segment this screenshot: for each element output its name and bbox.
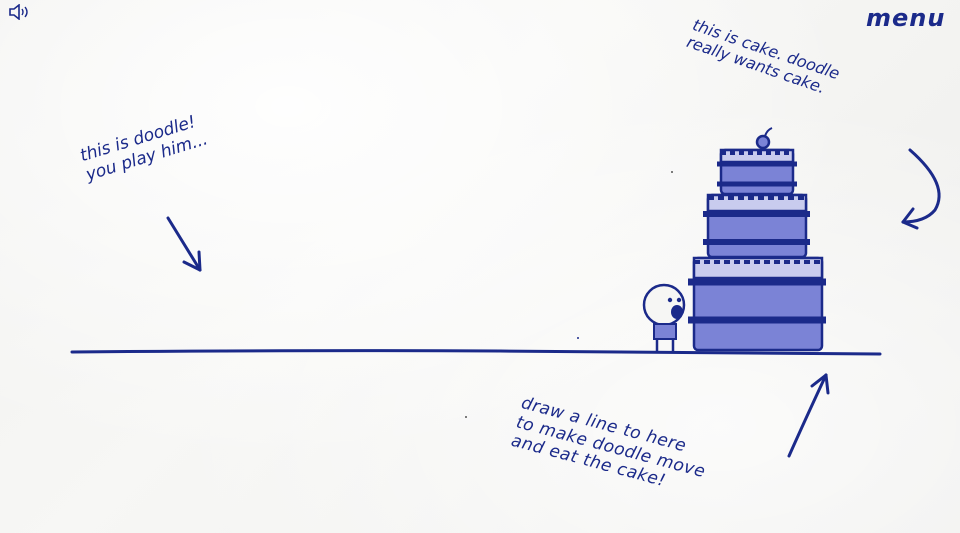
arrow-to-doodle (166, 216, 202, 272)
doodle-character (642, 283, 686, 351)
paper-speck (671, 171, 673, 173)
paper-speck (577, 337, 579, 339)
cake (688, 127, 826, 352)
paper-speck (465, 416, 467, 418)
arrow-to-cake (901, 148, 941, 230)
arrow-to-line-end (787, 373, 830, 458)
